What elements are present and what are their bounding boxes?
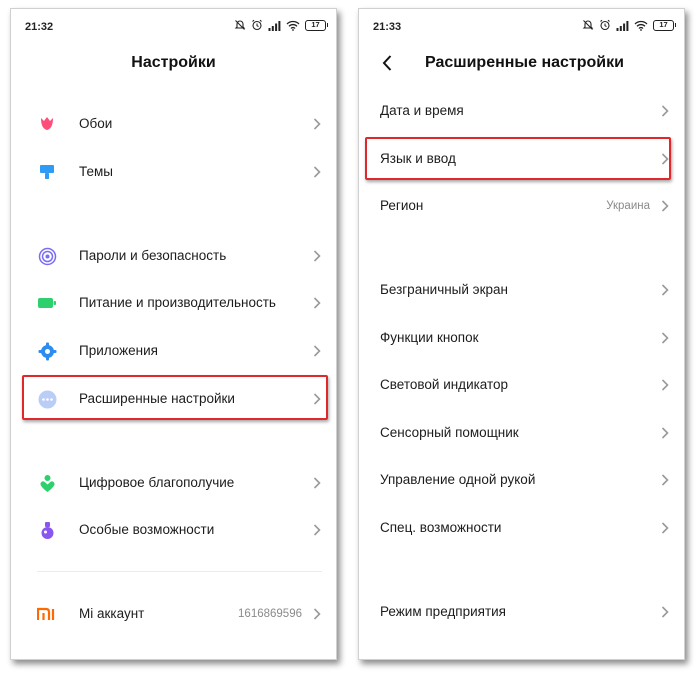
paint-roller-icon [37, 162, 57, 182]
settings-item-advanced[interactable]: Расширенные настройки [11, 376, 336, 422]
battery-indicator: 17 [305, 19, 328, 31]
page-title: Настройки [131, 54, 216, 71]
chevron-right-icon [661, 284, 669, 296]
battery-level: 17 [311, 19, 320, 29]
settings-item-label: Mi аккаунт [79, 606, 145, 621]
chevron-right-icon [313, 297, 321, 309]
tulip-icon [37, 114, 57, 134]
chevron-right-icon [661, 153, 669, 165]
settings-item-label: Цифровое благополучие [79, 475, 235, 490]
chevron-right-icon [313, 393, 321, 405]
account-id: 1616869596 [238, 608, 302, 620]
signal-icon [268, 20, 281, 31]
chevron-right-icon [661, 105, 669, 117]
settings-item-label: Безграничный экран [380, 282, 508, 297]
settings-item-label: Сенсорный помощник [380, 425, 519, 440]
settings-item-themes[interactable]: Темы [11, 149, 336, 195]
section-divider [37, 571, 322, 572]
bell-off-icon [582, 20, 594, 30]
status-icons: 17 [582, 19, 676, 31]
settings-item-label: Режим предприятия [380, 604, 506, 619]
settings-item-label: Расширенные настройки [79, 391, 235, 406]
back-button[interactable] [377, 52, 397, 74]
settings-item-region[interactable]: Регион Украина [359, 183, 684, 229]
settings-item-button-functions[interactable]: Функции кнопок [359, 315, 684, 361]
status-bar: 21:32 17 [11, 9, 336, 41]
settings-item-language-input[interactable]: Язык и ввод [359, 136, 684, 182]
chevron-right-icon [661, 379, 669, 391]
settings-item-label: Регион [380, 198, 424, 213]
chevron-right-icon [661, 427, 669, 439]
fingerprint-icon [37, 246, 57, 266]
wifi-icon [286, 20, 300, 31]
settings-item-mi-account[interactable]: Mi аккаунт 1616869596 [11, 591, 336, 637]
chevron-right-icon [313, 608, 321, 620]
settings-item-label: Спец. возможности [380, 520, 502, 535]
settings-item-one-handed[interactable]: Управление одной рукой [359, 457, 684, 503]
more-dots-icon [37, 389, 57, 409]
region-value: Украина [606, 200, 650, 212]
settings-item-label: Особые возможности [79, 522, 215, 537]
settings-item-label: Обои [79, 116, 113, 131]
settings-item-label: Функции кнопок [380, 330, 479, 345]
alarm-icon [252, 19, 262, 31]
gear-icon [37, 341, 57, 361]
settings-item-date-time[interactable]: Дата и время [359, 88, 684, 134]
settings-item-touch-assistant[interactable]: Сенсорный помощник [359, 410, 684, 456]
battery-level: 17 [659, 19, 668, 29]
battery-indicator: 17 [653, 19, 676, 31]
status-time: 21:32 [25, 21, 54, 33]
settings-item-label: Питание и производительность [79, 295, 276, 310]
mi-logo-icon [37, 604, 57, 624]
chevron-left-icon [382, 55, 392, 71]
settings-item-label: Приложения [79, 343, 158, 358]
settings-item-label: Темы [79, 164, 113, 179]
advanced-settings-screen: 21:33 17 Расширенные настройки Дата и вр… [358, 8, 685, 660]
alarm-icon [600, 19, 610, 31]
chevron-right-icon [661, 606, 669, 618]
chevron-right-icon [661, 200, 669, 212]
settings-item-label: Дата и время [380, 103, 464, 118]
settings-item-fullscreen[interactable]: Безграничный экран [359, 267, 684, 313]
settings-item-enterprise-mode[interactable]: Режим предприятия [359, 589, 684, 635]
settings-item-power[interactable]: Питание и производительность [11, 280, 336, 326]
signal-icon [616, 20, 629, 31]
chevron-right-icon [313, 524, 321, 536]
flask-icon [37, 520, 57, 540]
heart-person-icon [37, 473, 57, 493]
status-icons: 17 [234, 19, 328, 31]
settings-item-wellbeing[interactable]: Цифровое благополучие [11, 460, 336, 506]
status-time: 21:33 [373, 21, 402, 33]
settings-item-label: Язык и ввод [380, 151, 456, 166]
chevron-right-icon [661, 332, 669, 344]
settings-item-label: Управление одной рукой [380, 472, 536, 487]
chevron-right-icon [661, 474, 669, 486]
bell-off-icon [234, 20, 246, 30]
chevron-right-icon [313, 345, 321, 357]
settings-screen: 21:32 17 Настройки Обои Темы Пароли и бе… [10, 8, 337, 660]
settings-item-apps[interactable]: Приложения [11, 328, 336, 374]
chevron-right-icon [661, 522, 669, 534]
settings-item-label: Световой индикатор [380, 377, 509, 392]
status-bar: 21:33 17 [359, 9, 684, 41]
chevron-right-icon [313, 477, 321, 489]
settings-item-security[interactable]: Пароли и безопасность [11, 233, 336, 279]
chevron-right-icon [313, 118, 321, 130]
chevron-right-icon [313, 250, 321, 262]
settings-item-accessibility[interactable]: Особые возможности [11, 507, 336, 553]
chevron-right-icon [313, 166, 321, 178]
battery-icon [37, 293, 57, 313]
settings-item-led-indicator[interactable]: Световой индикатор [359, 362, 684, 408]
settings-item-wallpaper[interactable]: Обои [11, 101, 336, 147]
settings-item-special-features[interactable]: Спец. возможности [359, 505, 684, 551]
settings-item-label: Пароли и безопасность [79, 248, 227, 263]
page-title: Расширенные настройки [425, 54, 624, 71]
wifi-icon [634, 20, 648, 31]
